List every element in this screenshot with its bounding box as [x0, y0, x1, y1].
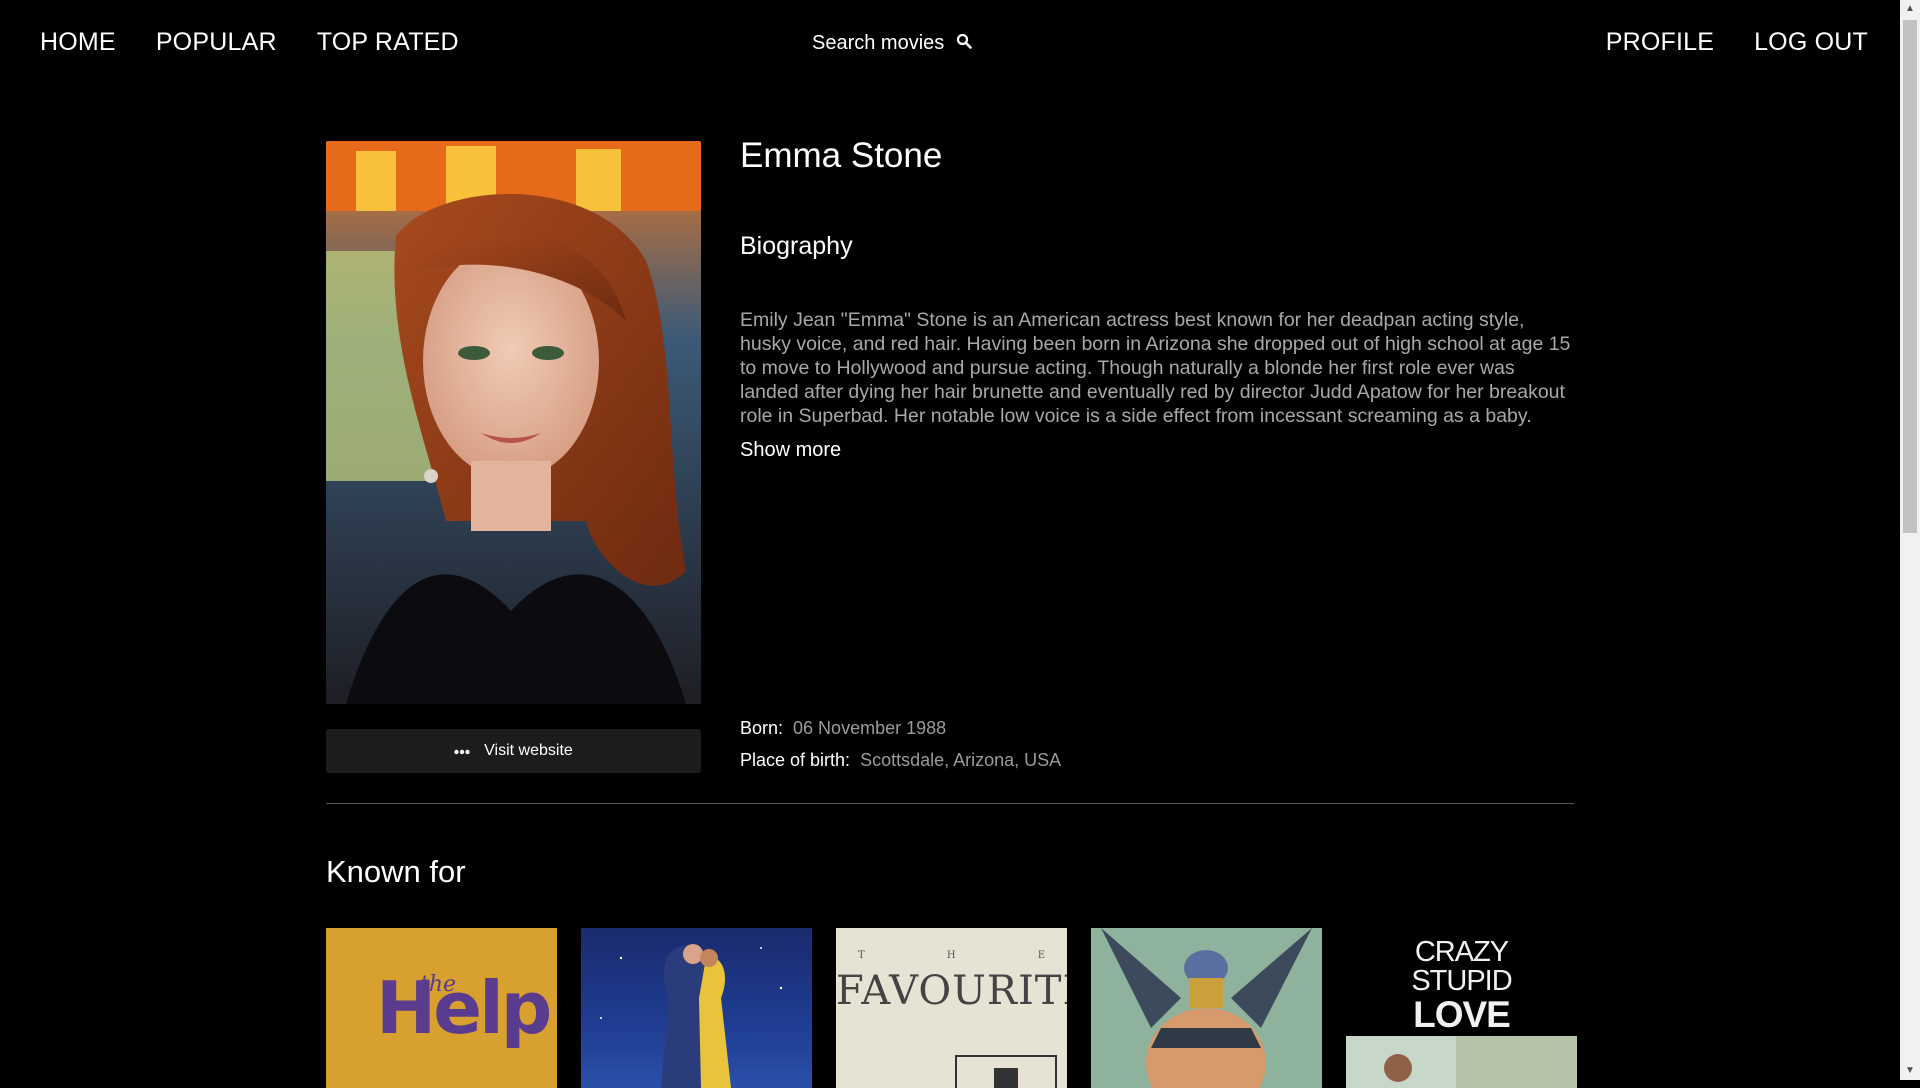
search-icon — [956, 32, 973, 55]
born-row: Born: 06 November 1988 — [740, 718, 946, 739]
profile-photo — [326, 141, 701, 704]
known-for-heading: Known for — [326, 854, 466, 889]
search-movies-button[interactable]: Search movies — [812, 32, 973, 55]
poster-crazy-stupid-love[interactable]: CRAZY STUPID LOVE — [1346, 928, 1577, 1088]
poster-la-la-land[interactable] — [581, 928, 812, 1088]
poster-title-small: the — [420, 972, 457, 997]
born-value: 06 November 1988 — [793, 718, 947, 738]
birthplace-row: Place of birth: Scottsdale, Arizona, USA — [740, 750, 1061, 771]
visit-website-button[interactable]: Visit website — [326, 729, 701, 773]
scroll-down-icon[interactable]: ▼ — [1900, 1062, 1920, 1080]
nav-top-rated-link[interactable]: TOP RATED — [317, 28, 459, 57]
visit-website-label: Visit website — [484, 742, 573, 759]
biography-text: Emily Jean "Emma" Stone is an American a… — [740, 309, 1571, 427]
poster-birdman[interactable] — [1091, 928, 1322, 1088]
section-divider — [326, 803, 1574, 804]
top-nav: HOME POPULAR TOP RATED Search movies PRO… — [0, 0, 1900, 90]
born-label: Born: — [740, 718, 784, 738]
search-label: Search movies — [812, 32, 945, 54]
poster-the-help[interactable]: Help the — [326, 928, 557, 1088]
more-dots-icon — [454, 742, 470, 760]
poster-art — [1101, 928, 1312, 1088]
known-for-list: Help the T H E FAVOURITE CRAZY STUPID LO… — [326, 928, 1577, 1088]
poster-title: Help — [376, 966, 552, 1050]
biography-heading: Biography — [740, 232, 853, 260]
nav-popular-link[interactable]: POPULAR — [156, 28, 277, 57]
scrollbar-thumb[interactable] — [1903, 20, 1917, 533]
nav-profile-link[interactable]: PROFILE — [1606, 28, 1714, 57]
birthplace-value: Scottsdale, Arizona, USA — [860, 750, 1062, 770]
nav-logout-link[interactable]: LOG OUT — [1754, 28, 1868, 57]
poster-art — [600, 944, 783, 1088]
nav-home-link[interactable]: HOME — [40, 28, 116, 57]
poster-art — [955, 1055, 1057, 1088]
nav-left-group: HOME POPULAR TOP RATED — [40, 28, 459, 57]
show-more-link[interactable]: Show more — [740, 439, 841, 462]
scroll-up-icon[interactable]: ▲ — [1900, 0, 1920, 18]
birthplace-label: Place of birth: — [740, 750, 851, 770]
page-scrollbar[interactable]: ▲ ▼ — [1900, 0, 1920, 1080]
poster-art — [1346, 1036, 1577, 1088]
nav-right-group: PROFILE LOG OUT — [1606, 28, 1868, 57]
person-name: Emma Stone — [740, 136, 943, 175]
poster-the-favourite[interactable]: T H E FAVOURITE — [836, 928, 1067, 1088]
